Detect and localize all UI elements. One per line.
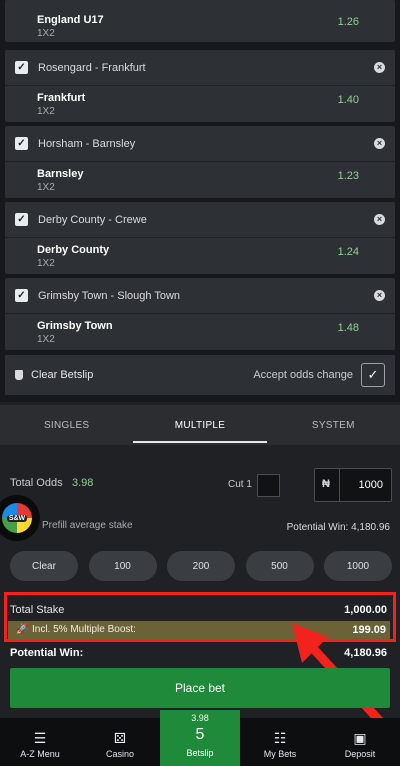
nav-my-bets[interactable]: ☷ My Bets xyxy=(240,718,320,766)
clear-betslip-button[interactable]: Clear Betslip xyxy=(31,369,93,381)
stake-divider xyxy=(339,469,340,501)
place-bet-button[interactable]: Place bet xyxy=(10,668,390,708)
trash-icon[interactable] xyxy=(15,370,23,380)
potential-win-label: Potential Win: xyxy=(10,647,84,659)
quick-stake-clear[interactable]: Clear xyxy=(10,551,78,581)
bet-market: 1X2 xyxy=(37,106,55,117)
bet-odds: 1.26 xyxy=(337,16,359,28)
bet-market: 1X2 xyxy=(37,182,55,193)
bet-odds: 1.48 xyxy=(337,322,359,334)
stake-value: 1000 xyxy=(358,479,383,491)
cut-label: Cut 1 xyxy=(228,479,252,490)
quick-stake-1000[interactable]: 1000 xyxy=(324,551,392,581)
clear-betslip-row: Clear Betslip Accept odds change ✓ xyxy=(5,355,395,395)
sw-logo: S&W xyxy=(6,514,28,522)
checkbox-icon[interactable]: ✓ xyxy=(15,61,28,74)
nav-label: A-Z Menu xyxy=(20,749,60,759)
stake-input[interactable]: ₦ 1000 xyxy=(314,468,392,502)
bet-card: ✓ Rosengard - Frankfurt × Frankfurt 1X2 … xyxy=(5,50,395,122)
total-odds-value: 3.98 xyxy=(72,477,94,489)
quick-stake-100[interactable]: 100 xyxy=(88,551,157,581)
match-name: Derby County - Crewe xyxy=(38,213,147,226)
bet-card: ✓ Grimsby Town - Slough Town × Grimsby T… xyxy=(5,278,395,350)
nav-label: Deposit xyxy=(344,749,376,759)
bet-card: ✓ Horsham - Barnsley × Barnsley 1X2 1.23 xyxy=(5,126,395,198)
bet-odds: 1.23 xyxy=(337,170,359,182)
betslip-label: Betslip xyxy=(186,748,214,758)
tab-system[interactable]: SYSTEM xyxy=(267,405,400,445)
bet-header: ✓ Rosengard - Frankfurt × xyxy=(5,50,395,86)
quick-stake-row: Clear 100 200 500 1000 xyxy=(10,551,392,581)
prefill-row: S&W Prefill average stake Potential Win:… xyxy=(0,495,400,541)
wallet-icon: ▣ xyxy=(353,730,367,746)
potential-win-small: Potential Win: 4,180.96 xyxy=(286,522,390,533)
tab-singles[interactable]: SINGLES xyxy=(0,405,133,445)
quick-stake-500[interactable]: 500 xyxy=(245,551,314,581)
nav-az-menu[interactable]: ☰ A-Z Menu xyxy=(0,718,80,766)
nav-casino[interactable]: ⚄ Casino xyxy=(80,718,160,766)
spin-wheel-badge[interactable]: S&W xyxy=(0,495,40,541)
tab-multiple[interactable]: MULTIPLE xyxy=(133,405,267,445)
match-name: Grimsby Town - Slough Town xyxy=(38,289,181,302)
bet-market: 1X2 xyxy=(37,334,55,345)
bet-type-tabs: SINGLES MULTIPLE SYSTEM xyxy=(0,405,400,445)
bet-body: England U17 1X2 1.26 xyxy=(5,0,395,48)
accept-odds-checkbox[interactable]: ✓ xyxy=(361,363,385,387)
nav-betslip[interactable]: 3.98 5 Betslip xyxy=(160,710,240,766)
close-icon[interactable]: × xyxy=(374,62,385,73)
close-icon[interactable]: × xyxy=(374,214,385,225)
bet-odds: 1.40 xyxy=(337,94,359,106)
bet-header: ✓ Grimsby Town - Slough Town × xyxy=(5,278,395,314)
checkbox-icon[interactable]: ✓ xyxy=(15,213,28,226)
total-odds-row: Total Odds 3.98 Cut 1 ₦ 1000 xyxy=(0,466,400,502)
bet-card: England U17 1X2 1.26 xyxy=(5,0,395,42)
betslip-odds: 3.98 xyxy=(191,713,209,723)
bet-odds: 1.24 xyxy=(337,246,359,258)
checkbox-icon[interactable]: ✓ xyxy=(15,137,28,150)
wheel-icon: S&W xyxy=(2,503,32,533)
naira-icon: ₦ xyxy=(322,478,330,490)
match-name: Rosengard - Frankfurt xyxy=(38,61,146,74)
cut-checkbox[interactable] xyxy=(257,474,280,497)
bet-header: ✓ Derby County - Crewe × xyxy=(5,202,395,238)
quick-stake-200[interactable]: 200 xyxy=(167,551,235,581)
checkbox-icon[interactable]: ✓ xyxy=(15,289,28,302)
bet-card: ✓ Derby County - Crewe × Derby County 1X… xyxy=(5,202,395,274)
nav-deposit[interactable]: ▣ Deposit xyxy=(320,718,400,766)
match-name: Horsham - Barnsley xyxy=(38,137,136,150)
dice-icon: ⚄ xyxy=(113,730,127,746)
bet-market: 1X2 xyxy=(37,28,55,39)
list-icon: ☷ xyxy=(273,730,287,746)
betslip-count: 5 xyxy=(195,726,205,743)
accept-odds-label: Accept odds change xyxy=(253,369,353,381)
close-icon[interactable]: × xyxy=(374,138,385,149)
menu-search-icon: ☰ xyxy=(33,730,47,746)
total-odds-label: Total Odds xyxy=(10,477,63,489)
nav-label: My Bets xyxy=(263,749,297,759)
nav-label: Casino xyxy=(105,749,134,759)
bet-market: 1X2 xyxy=(37,258,55,269)
bet-list: England U17 1X2 1.26 ✓ Rosengard - Frank… xyxy=(0,0,400,402)
bet-header: ✓ Horsham - Barnsley × xyxy=(5,126,395,162)
close-icon[interactable]: × xyxy=(374,290,385,301)
prefill-average-stake[interactable]: Prefill average stake xyxy=(42,520,133,531)
